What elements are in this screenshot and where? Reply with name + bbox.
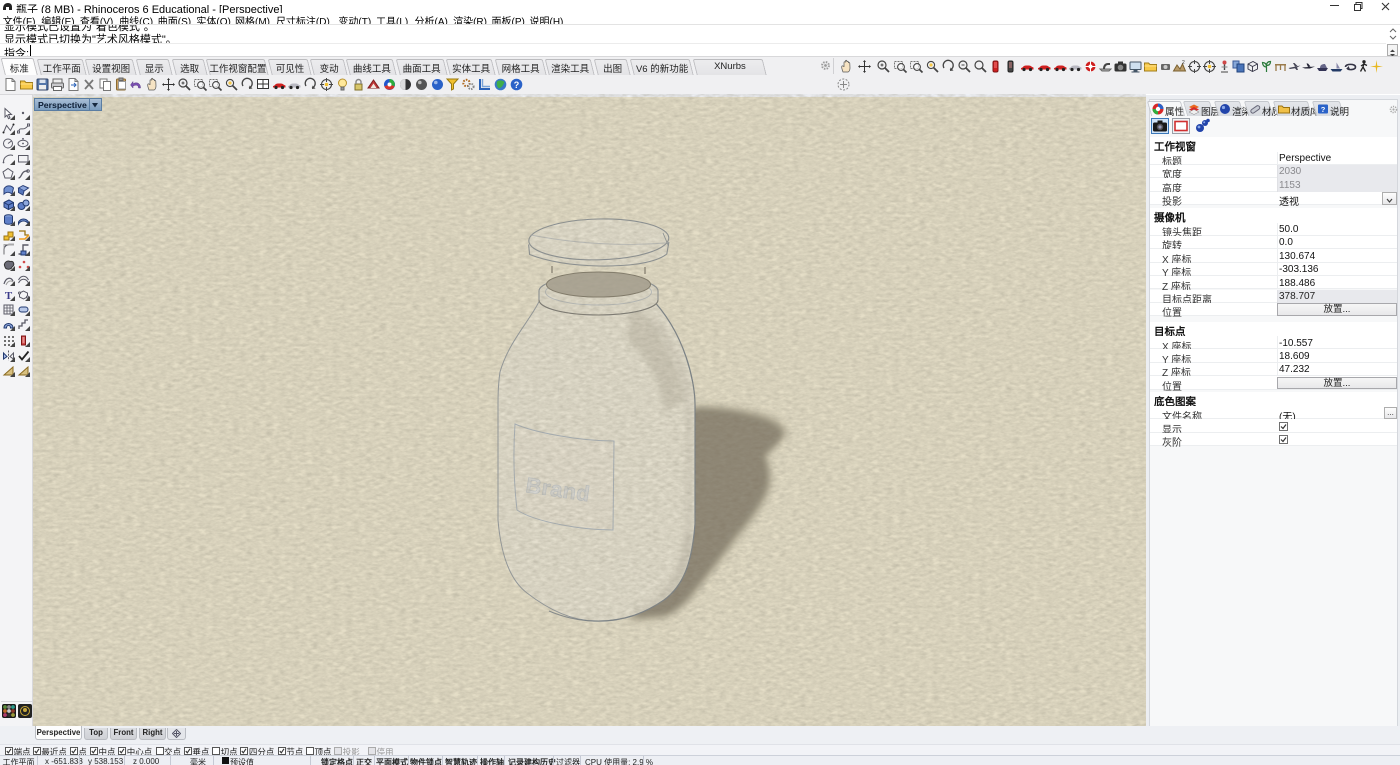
svg-text:2: 2: [1182, 60, 1185, 66]
svg-text:?: ?: [1321, 105, 1326, 114]
svg-text:?: ?: [513, 80, 519, 90]
